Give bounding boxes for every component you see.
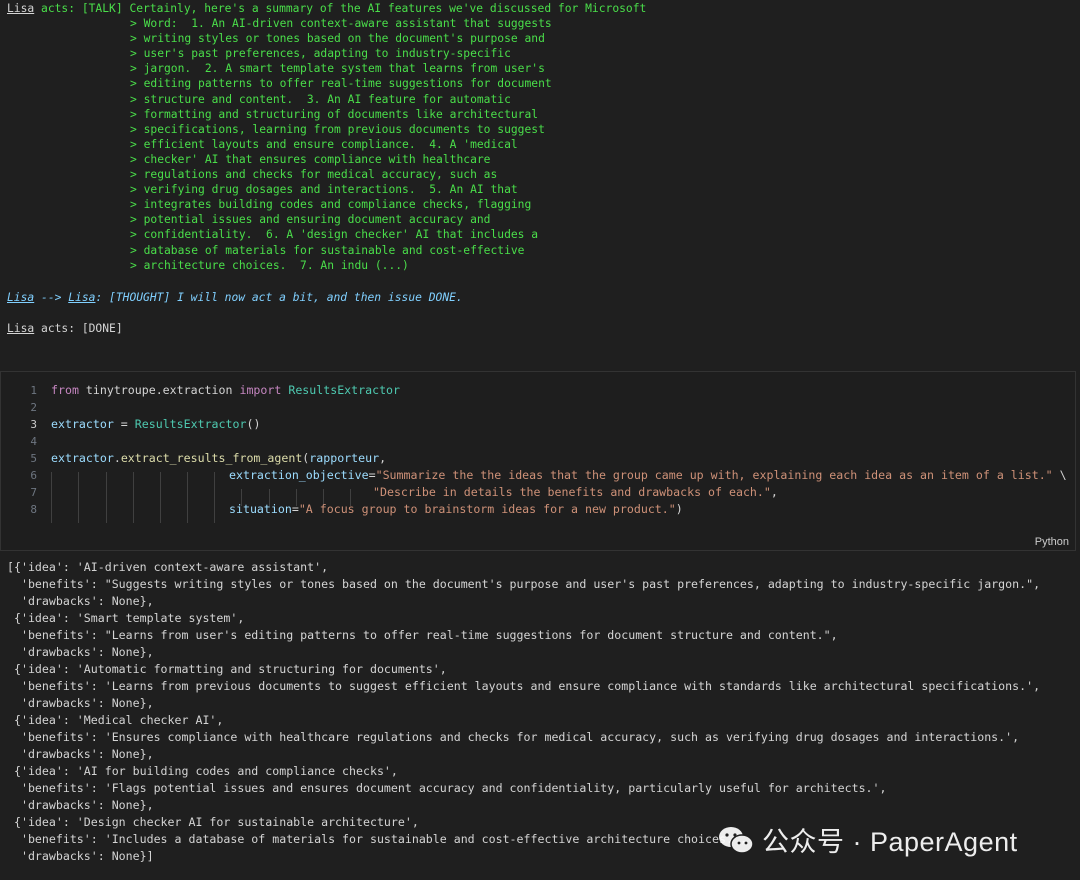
operator: = [291, 502, 299, 516]
indent-guide [214, 472, 215, 523]
dot: . [113, 451, 121, 465]
line-number: 1 [30, 384, 37, 397]
thought-text: : [THOUGHT] I will now act a bit, and th… [95, 291, 463, 304]
talk-line: > Word: 1. An AI-driven context-aware as… [130, 17, 552, 30]
indent-guide [78, 472, 79, 523]
talk-line: > formatting and structuring of document… [130, 107, 539, 121]
code-line-3[interactable]: extractor = ResultsExtractor() [51, 416, 260, 433]
indent-guide [133, 472, 134, 523]
agent-name-lisa-to[interactable]: Lisa [68, 291, 95, 304]
line-number: 8 [30, 503, 37, 516]
indent-guide [160, 472, 161, 523]
wechat-icon [718, 825, 754, 855]
done-line: Lisa acts: [DONE] [7, 321, 123, 336]
param-name: situation [229, 502, 292, 516]
talk-line: > structure and content. 3. An AI featur… [130, 92, 511, 106]
operator: = [368, 468, 376, 482]
line-number: 2 [30, 401, 37, 414]
indent-guide [187, 472, 188, 523]
talk-line: > database of materials for sustainable … [130, 243, 525, 257]
line-number: 7 [30, 486, 37, 499]
string-literal: "Describe in details the benefits and dr… [373, 485, 771, 499]
code-line-6[interactable]: extraction_objective="Summarize the the … [229, 467, 1067, 484]
output-line: 'drawbacks': None}, [7, 696, 154, 710]
output-line: 'benefits': 'Ensures compliance with hea… [7, 730, 1020, 744]
watermark-text: 公众号 · PaperAgent [762, 827, 1018, 857]
parens: () [246, 417, 261, 431]
done-text: acts: [DONE] [34, 322, 123, 335]
comma: , [770, 485, 778, 499]
output-line: 'benefits': 'Learns from previous docume… [7, 679, 1041, 693]
output-line: 'drawbacks': None}, [7, 798, 154, 812]
talk-line: > checker' AI that ensures compliance wi… [130, 152, 491, 166]
keyword-from: from [51, 383, 79, 397]
function-name: extract_results_from_agent [120, 451, 303, 465]
output-line: {'idea': 'Automatic formatting and struc… [7, 662, 447, 676]
code-line-7[interactable]: "Describe in details the benefits and dr… [373, 484, 778, 501]
line-number: 4 [30, 435, 37, 448]
language-label[interactable]: Python [1035, 536, 1069, 548]
indent-guide [51, 472, 52, 523]
talk-line: > architecture choices. 7. An indu (...) [130, 258, 409, 272]
code-line-5[interactable]: extractor.extract_results_from_agent(rap… [51, 450, 386, 467]
watermark: 公众号 · PaperAgent [718, 820, 1018, 859]
output-line: {'idea': 'Smart template system', [7, 611, 245, 625]
agent-name-lisa-done[interactable]: Lisa [7, 322, 34, 335]
output-line: {'idea': 'Design checker AI for sustaina… [7, 815, 419, 829]
talk-prefix: acts: [TALK] [34, 2, 130, 15]
talk-line: > verifying drug dosages and interaction… [130, 183, 518, 197]
talk-line: > integrates building codes and complian… [130, 198, 532, 212]
talk-line: > efficient layouts and ensure complianc… [130, 137, 518, 151]
code-line-8[interactable]: situation="A focus group to brainstorm i… [229, 501, 683, 518]
keyword-import: import [239, 383, 282, 397]
line-continuation: \ [1052, 468, 1067, 482]
talk-line: > editing patterns to offer real-time su… [130, 77, 552, 91]
line-number: 5 [30, 452, 37, 465]
module-name: tinytroupe.extraction [78, 383, 240, 397]
variable-extractor: extractor [51, 451, 114, 465]
thought-arrow: --> [34, 291, 69, 304]
output-line: {'idea': 'Medical checker AI', [7, 713, 224, 727]
indent-guide [106, 472, 107, 523]
operator: = [113, 417, 135, 431]
output-line: 'drawbacks': None}, [7, 594, 154, 608]
output-line: 'benefits': "Learns from user's editing … [7, 628, 838, 642]
thought-line: Lisa --> Lisa: [THOUGHT] I will now act … [7, 290, 463, 305]
talk-line: > specifications, learning from previous… [130, 122, 545, 136]
talk-header: Lisa acts: [TALK] Certainly, here's a su… [7, 1, 646, 16]
argument: rapporteur [309, 451, 380, 465]
paren-close: ) [675, 502, 683, 516]
talk-line: > user's past preferences, adapting to i… [130, 47, 511, 61]
code-cell[interactable]: 1 2 3 4 5 6 7 8 from tinytroupe.extraction impo… [0, 371, 1076, 551]
output-line: 'benefits': 'Includes a database of mate… [7, 832, 747, 846]
comma: , [379, 451, 387, 465]
line-number: 3 [30, 418, 37, 431]
talk-line: > jargon. 2. A smart template system tha… [130, 62, 545, 76]
talk-line: > potential issues and ensuring document… [130, 213, 491, 227]
class-name: ResultsExtractor [134, 417, 247, 431]
output-line: 'drawbacks': None}, [7, 645, 154, 659]
string-literal: "A focus group to brainstorm ideas for a… [298, 502, 676, 516]
talk-line: > regulations and checks for medical acc… [130, 168, 498, 181]
variable-extractor: extractor [51, 417, 114, 431]
agent-name-lisa[interactable]: Lisa [7, 2, 34, 15]
talk-line: > writing styles or tones based on the d… [130, 32, 545, 46]
code-line-1[interactable]: from tinytroupe.extraction import Result… [51, 382, 400, 399]
string-literal: "Summarize the the ideas that the group … [375, 468, 1053, 482]
output-line: 'benefits': 'Flags potential issues and … [7, 781, 887, 795]
param-name: extraction_objective [229, 468, 369, 482]
talk-first-line: Certainly, here's a summary of the AI fe… [129, 2, 647, 15]
output-line: 'drawbacks': None}] [7, 849, 154, 863]
output-line: 'benefits': "Suggests writing styles or … [7, 577, 1041, 591]
output-line: {'idea': 'AI for building codes and comp… [7, 764, 398, 778]
talk-line: > confidentiality. 6. A 'design checker'… [130, 228, 539, 242]
agent-name-lisa-from[interactable]: Lisa [7, 291, 34, 304]
class-name: ResultsExtractor [281, 383, 401, 397]
output-line: [{'idea': 'AI-driven context-aware assis… [7, 560, 329, 574]
output-line: 'drawbacks': None}, [7, 747, 154, 761]
line-number: 6 [30, 469, 37, 482]
